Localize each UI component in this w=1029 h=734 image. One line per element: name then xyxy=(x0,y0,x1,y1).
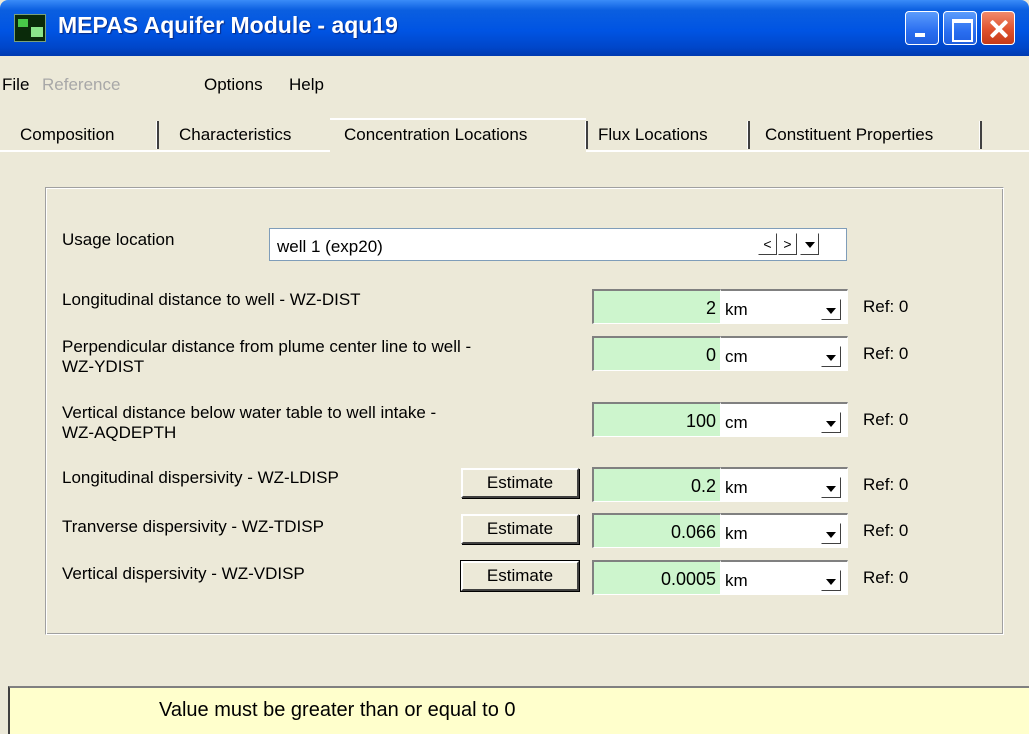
chevron-down-icon[interactable] xyxy=(821,477,841,498)
tab-composition[interactable]: Composition xyxy=(20,120,115,152)
wz-tdisp-ref: Ref: 0 xyxy=(863,521,909,540)
estimate-vdisp-button[interactable]: Estimate xyxy=(460,560,580,592)
previous-location-button[interactable]: < xyxy=(758,233,777,255)
wz-ldisp-ref: Ref: 0 xyxy=(863,475,909,494)
wz-aqdepth-ref: Ref: 0 xyxy=(863,410,909,429)
unit-value: km xyxy=(725,571,748,590)
status-message: Value must be greater than or equal to 0 xyxy=(159,699,516,721)
minimize-icon[interactable] xyxy=(905,11,939,45)
wz-tdisp-unit-select[interactable]: km xyxy=(721,513,848,548)
window-title: MEPAS Aquifer Module - aqu19 xyxy=(58,12,398,38)
wz-ldisp-input[interactable]: 0.2 xyxy=(592,467,721,502)
usage-location-value: well 1 (exp20) xyxy=(277,237,383,256)
tab-characteristics[interactable]: Characteristics xyxy=(179,120,291,152)
wz-ydist-label: Perpendicular distance from plume center… xyxy=(62,337,472,356)
wz-dist-input[interactable]: 2 xyxy=(592,289,721,324)
status-bar: Value must be greater than or equal to 0 xyxy=(8,686,1029,734)
wz-ydist-label-code: WZ-YDIST xyxy=(62,357,145,376)
next-location-button[interactable]: > xyxy=(778,233,797,255)
wz-vdisp-unit-select[interactable]: km xyxy=(721,560,848,595)
unit-value: cm xyxy=(725,413,748,432)
wz-dist-unit-select[interactable]: km xyxy=(721,289,848,324)
wz-ydist-unit-select[interactable]: cm xyxy=(721,336,848,371)
tab-divider xyxy=(979,121,982,149)
wz-vdisp-ref: Ref: 0 xyxy=(863,568,909,587)
tab-divider xyxy=(585,121,588,149)
maximize-icon[interactable] xyxy=(943,11,977,45)
wz-tdisp-label: Tranverse dispersivity - WZ-TDISP xyxy=(62,517,324,536)
menu-file[interactable]: File xyxy=(2,75,29,95)
chevron-down-icon[interactable] xyxy=(821,570,841,591)
wz-vdisp-input[interactable]: 0.0005 xyxy=(592,560,721,595)
unit-value: km xyxy=(725,524,748,543)
menu-reference[interactable]: Reference xyxy=(42,75,120,95)
title-bar[interactable]: MEPAS Aquifer Module - aqu19 xyxy=(0,0,1029,56)
tab-concentration-locations[interactable]: Concentration Locations xyxy=(344,120,527,152)
tab-divider xyxy=(747,121,750,149)
mepas-app-icon[interactable] xyxy=(14,14,46,42)
usage-location-label: Usage location xyxy=(62,230,175,249)
wz-dist-ref: Ref: 0 xyxy=(863,297,909,316)
chevron-down-icon[interactable] xyxy=(821,412,841,433)
estimate-ldisp-button[interactable]: Estimate xyxy=(461,468,579,498)
estimate-tdisp-button[interactable]: Estimate xyxy=(461,514,579,544)
wz-ydist-input[interactable]: 0 xyxy=(592,336,721,371)
wz-aqdepth-unit-select[interactable]: cm xyxy=(721,402,848,437)
wz-dist-label: Longitudinal distance to well - WZ-DIST xyxy=(62,290,361,309)
chevron-down-icon[interactable] xyxy=(821,346,841,367)
wz-aqdepth-label: Vertical distance below water table to w… xyxy=(62,403,437,422)
usage-location-select[interactable]: well 1 (exp20) < > xyxy=(269,228,847,261)
wz-ldisp-unit-select[interactable]: km xyxy=(721,467,848,502)
unit-value: km xyxy=(725,300,748,319)
wz-ldisp-label: Longitudinal dispersivity - WZ-LDISP xyxy=(62,468,339,487)
tab-constituent-properties[interactable]: Constituent Properties xyxy=(765,120,933,152)
wz-vdisp-label: Vertical dispersivity - WZ-VDISP xyxy=(62,564,305,583)
chevron-down-icon[interactable] xyxy=(800,233,819,255)
menu-options[interactable]: Options xyxy=(204,75,263,95)
chevron-down-icon[interactable] xyxy=(821,523,841,544)
menu-help[interactable]: Help xyxy=(289,75,324,95)
wz-tdisp-input[interactable]: 0.066 xyxy=(592,513,721,548)
tab-divider xyxy=(156,121,159,149)
tab-flux-locations[interactable]: Flux Locations xyxy=(598,120,708,152)
wz-aqdepth-label-code: WZ-AQDEPTH xyxy=(62,423,177,442)
chevron-down-icon[interactable] xyxy=(821,299,841,320)
unit-value: km xyxy=(725,478,748,497)
wz-aqdepth-input[interactable]: 100 xyxy=(592,402,721,437)
wz-ydist-ref: Ref: 0 xyxy=(863,344,909,363)
close-icon[interactable] xyxy=(981,11,1015,45)
unit-value: cm xyxy=(725,347,748,366)
